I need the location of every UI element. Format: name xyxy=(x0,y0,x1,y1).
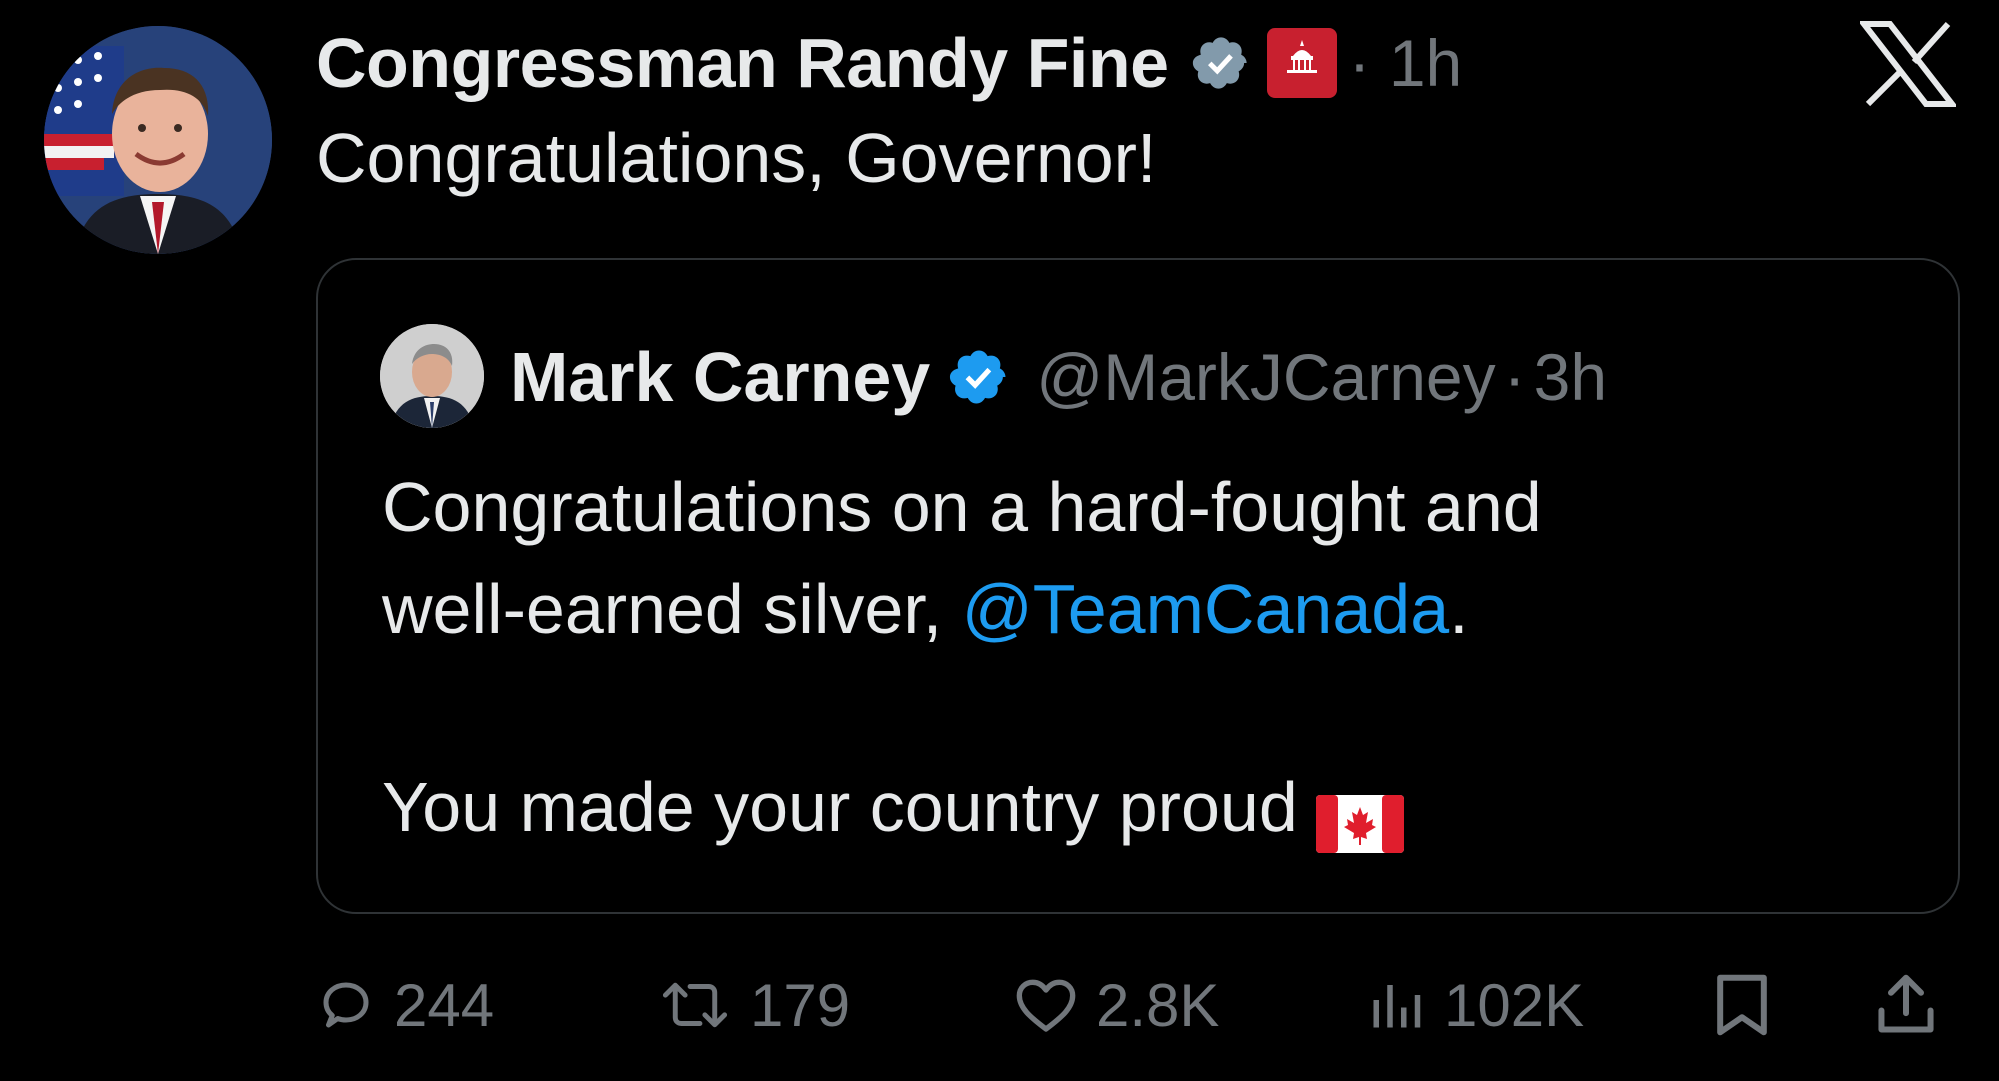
author-display-name[interactable]: Congressman Randy Fine xyxy=(316,23,1169,103)
gray-verified-badge-icon[interactable] xyxy=(1191,33,1251,93)
heart-icon xyxy=(1016,979,1076,1032)
quoted-text-fragment: You made your country proud xyxy=(382,768,1298,846)
quoted-timestamp[interactable]: 3h xyxy=(1534,339,1607,415)
views-button[interactable]: 102K xyxy=(1366,960,1584,1050)
profile-photo-icon xyxy=(44,26,272,254)
quoted-text-fragment: . xyxy=(1449,570,1469,648)
quoted-profile-photo-icon xyxy=(380,324,484,428)
bookmark-icon xyxy=(1717,974,1767,1036)
tweet-timestamp[interactable]: 1h xyxy=(1389,26,1462,100)
quoted-text-line: Congratulations on a hard-fought and xyxy=(382,468,1542,546)
quoted-tweet-header: Mark Carney @MarkJCarney · 3h xyxy=(510,332,1607,422)
blue-verified-badge-icon[interactable] xyxy=(948,346,1010,408)
reply-count: 244 xyxy=(394,971,495,1039)
quoted-author-handle[interactable]: @MarkJCarney xyxy=(1036,339,1495,415)
like-button[interactable]: 2.8K xyxy=(1014,960,1219,1050)
quoted-tweet-card[interactable]: Mark Carney @MarkJCarney · 3h Congratula… xyxy=(316,258,1960,914)
tweet-header: Congressman Randy Fine · 1h xyxy=(316,18,1462,108)
reply-icon xyxy=(323,982,369,1028)
tweet[interactable]: Congressman Randy Fine · 1h Congratulati… xyxy=(0,0,1999,1081)
repost-icon xyxy=(662,982,728,1028)
quoted-text-line: well-earned silver, @TeamCanada. xyxy=(382,558,1922,660)
bookmark-button[interactable] xyxy=(1712,960,1772,1050)
share-icon xyxy=(1878,974,1934,1033)
quoted-timestamp-separator: · xyxy=(1503,340,1526,414)
quoted-author-avatar[interactable] xyxy=(380,324,484,428)
tweet-text: Congratulations, Governor! xyxy=(316,119,1157,197)
repost-button[interactable]: 179 xyxy=(658,960,850,1050)
share-button[interactable] xyxy=(1876,960,1936,1050)
x-logo-icon xyxy=(1857,20,1959,108)
quoted-author-display-name[interactable]: Mark Carney xyxy=(510,337,930,417)
mention-link[interactable]: @TeamCanada xyxy=(962,570,1449,648)
author-avatar[interactable] xyxy=(44,26,272,254)
tweet-action-bar: 244 179 2.8K 102K xyxy=(316,960,1976,1050)
quoted-text-line: You made your country proud xyxy=(382,756,1922,858)
quoted-tweet-text: Congratulations on a hard-fought and wel… xyxy=(382,456,1922,858)
timestamp-separator: · xyxy=(1348,26,1371,100)
reply-button[interactable]: 244 xyxy=(316,960,494,1050)
view-count: 102K xyxy=(1444,971,1585,1039)
repost-count: 179 xyxy=(750,971,851,1039)
canada-flag-icon xyxy=(1315,778,1404,853)
house-gop-affiliate-badge-icon[interactable] xyxy=(1266,28,1337,98)
like-count: 2.8K xyxy=(1096,971,1220,1039)
views-chart-icon xyxy=(1373,985,1421,1028)
quoted-text-fragment: well-earned silver, xyxy=(382,570,962,648)
